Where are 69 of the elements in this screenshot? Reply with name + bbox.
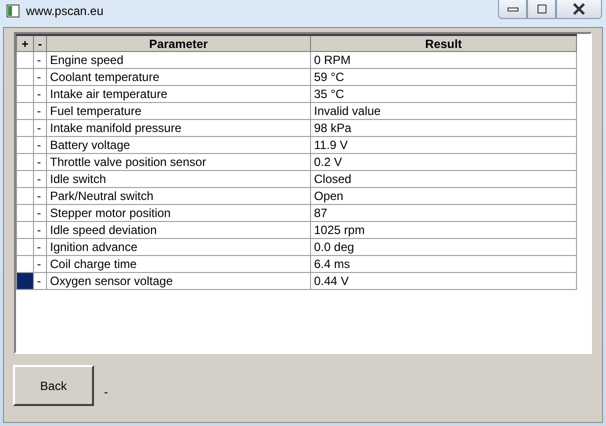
- table-cell: Ignition advance: [46, 238, 310, 256]
- table-cell: Oxygen sensor voltage: [46, 272, 310, 290]
- table-cell: Open: [310, 188, 576, 204]
- table-cell: Invalid value: [310, 102, 576, 120]
- row-selector[interactable]: [16, 188, 34, 204]
- window-icon: [6, 4, 20, 18]
- table-cell: Idle speed deviation: [46, 222, 310, 238]
- row-selector[interactable]: [16, 120, 34, 136]
- table-cell: Fuel temperature: [46, 102, 310, 120]
- column-header[interactable]: Parameter: [46, 35, 310, 52]
- table-cell: 0.0 deg: [310, 238, 576, 256]
- table-cell: -: [34, 204, 46, 222]
- table-cell: 59 °C: [310, 68, 576, 86]
- close-button[interactable]: [556, 0, 602, 19]
- table-cell: Battery voltage: [46, 136, 310, 154]
- table-cell: 11.9 V: [310, 136, 576, 154]
- back-button[interactable]: Back: [13, 365, 94, 406]
- row-selector[interactable]: [16, 86, 34, 102]
- table-cell: -: [34, 68, 46, 86]
- table-cell: 0 RPM: [310, 52, 576, 68]
- maximize-button[interactable]: [527, 0, 556, 19]
- window-title: www.pscan.eu: [26, 4, 104, 18]
- table-cell: Coolant temperature: [46, 68, 310, 86]
- table-cell: -: [34, 170, 46, 188]
- row-selector[interactable]: [16, 102, 34, 120]
- table-cell: Throttle valve position sensor: [46, 154, 310, 170]
- row-selector[interactable]: [16, 52, 34, 68]
- table-cell: Park/Neutral switch: [46, 188, 310, 204]
- table-cell: 6.4 ms: [310, 256, 576, 272]
- table-cell: -: [34, 52, 46, 68]
- table-cell: -: [34, 256, 46, 272]
- table-cell: 98 kPa: [310, 120, 576, 136]
- row-selector[interactable]: [16, 68, 34, 86]
- table-cell: -: [34, 120, 46, 136]
- table-cell: -: [34, 222, 46, 238]
- row-selector[interactable]: [16, 222, 34, 238]
- table-cell: -: [34, 154, 46, 170]
- table-cell: Coil charge time: [46, 256, 310, 272]
- table-cell: -: [34, 272, 46, 290]
- table-cell: Intake air temperature: [46, 86, 310, 102]
- column-header[interactable]: +: [16, 35, 34, 52]
- table-cell: Engine speed: [46, 52, 310, 68]
- column-header[interactable]: Result: [310, 35, 576, 52]
- column-header[interactable]: -: [34, 35, 46, 52]
- table-cell: Closed: [310, 170, 576, 188]
- table-cell: 35 °C: [310, 86, 576, 102]
- table-cell: -: [34, 238, 46, 256]
- maximize-icon: [536, 3, 548, 15]
- table-cell: -: [34, 136, 46, 154]
- table-cell: Idle switch: [46, 170, 310, 188]
- row-selector[interactable]: [16, 154, 34, 170]
- row-selector[interactable]: [16, 170, 34, 188]
- table-cell: -: [34, 102, 46, 120]
- table-cell: 1025 rpm: [310, 222, 576, 238]
- status-text: -: [104, 384, 108, 398]
- minimize-button[interactable]: [498, 0, 527, 19]
- minimize-icon: [506, 5, 518, 13]
- table-cell: 0.2 V: [310, 154, 576, 170]
- row-selector[interactable]: [16, 204, 34, 222]
- close-icon: [572, 3, 586, 15]
- table-cell: -: [34, 188, 46, 204]
- table-cell: 0.44 V: [310, 272, 576, 290]
- row-selector[interactable]: [16, 136, 34, 154]
- table-cell: 87: [310, 204, 576, 222]
- row-selector[interactable]: [16, 272, 34, 290]
- table-cell: Intake manifold pressure: [46, 120, 310, 136]
- table-cell: -: [34, 86, 46, 102]
- table-cell: Stepper motor position: [46, 204, 310, 222]
- row-selector[interactable]: [16, 238, 34, 256]
